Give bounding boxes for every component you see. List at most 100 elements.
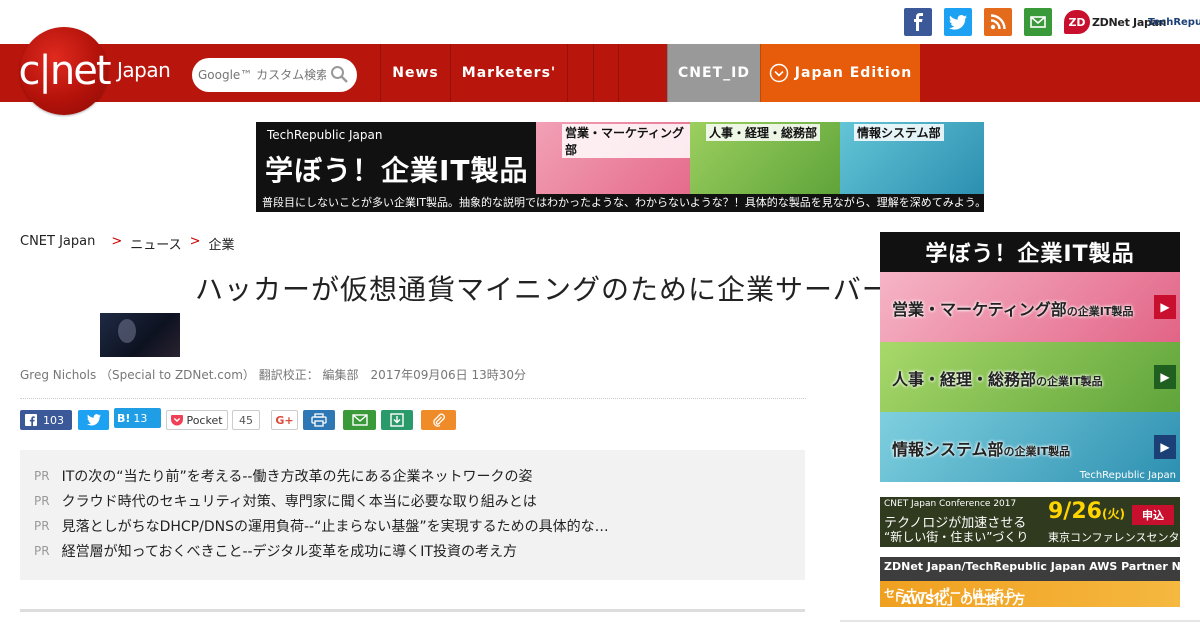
gplus-icon: G+ (275, 413, 294, 427)
search-input[interactable] (198, 68, 326, 82)
breadcrumb-separator: > (189, 234, 201, 249)
sidebar-ad-segment-label: 情報システム部の企業IT製品 (892, 440, 1071, 459)
article-byline: Greg Nichols （Special to ZDNet.com） 翻訳校正… (20, 368, 526, 382)
facebook-share-button[interactable]: 103 (20, 410, 72, 430)
clip-button[interactable] (421, 410, 456, 430)
nav-item-4[interactable] (593, 44, 618, 102)
chevron-right-icon: ▶ (1154, 435, 1176, 459)
sidebar-ad-footer: TechRepublic Japan (1079, 470, 1176, 481)
aws-ad-band: 「AWS化」の仕掛け方 セミナーレポートはこちら (880, 581, 1180, 607)
nav-cnet-id[interactable]: CNET_ID (667, 44, 760, 102)
pr-link-text: 見落としがちなDHCP/DNSの運用負荷--“止まらない基盤”を実現するための具… (61, 519, 609, 535)
pocket-count: 45 (232, 410, 260, 430)
conference-venue: 東京コンファレンスセンター (1048, 531, 1180, 544)
mail-share-icon (351, 414, 368, 426)
breadcrumb-enterprise[interactable]: 企業 (209, 234, 235, 253)
banner-title: 学ぼう！企業IT製品 (265, 154, 529, 187)
pr-tag: PR (34, 519, 50, 533)
mail-icon[interactable] (1024, 8, 1052, 36)
nav-marketers[interactable]: Marketers' (450, 44, 567, 102)
facebook-share-icon (25, 414, 37, 426)
pocket-button[interactable]: Pocket (166, 410, 228, 430)
save-button[interactable] (381, 410, 413, 430)
divider (20, 609, 805, 612)
conference-name: CNET Japan Conference 2017 (884, 499, 1017, 509)
article-thumbnail[interactable] (100, 313, 180, 357)
hatena-bookmark-button[interactable]: B! 13 (114, 408, 161, 428)
print-button[interactable] (303, 410, 335, 430)
banner-segment-sales: 営業・マーケティング部 (536, 122, 690, 194)
nav-japan-edition-label: Japan Edition (794, 65, 913, 81)
aws-ad-text: 「AWS化」の仕掛け方 セミナーレポートはこちら (884, 587, 1026, 607)
mail-share-button[interactable] (343, 410, 376, 430)
hatena-count: 13 (133, 411, 148, 425)
twitter-icon[interactable] (944, 8, 972, 36)
twitter-share-icon (86, 414, 101, 426)
pr-link-text: クラウド時代のセキュリティ対策、専門家に聞く本当に必要な取り組みとは (61, 494, 537, 510)
sidebar-ad-title: 学ぼう！企業IT製品 (925, 242, 1135, 267)
search-box[interactable] (192, 58, 357, 92)
banner-segment-hr: 人事・経理・総務部 (690, 122, 840, 194)
hatena-icon: B! (117, 411, 131, 425)
aws-ad-header: ZDNet Japan/TechRepublic Japan AWS Partn… (884, 560, 1180, 573)
banner-small-text: TechRepublic Japan (267, 128, 383, 142)
sidebar-ad-learn-it[interactable]: 学ぼう！企業IT製品 営業・マーケティング部の企業IT製品 ▶ 人事・経理・総務… (880, 232, 1180, 482)
pr-link[interactable]: PR ITの次の“当たり前”を考える--働き方改革の先にある企業ネットワークの姿 (34, 466, 532, 486)
conference-apply-button[interactable]: 申込 (1132, 505, 1174, 525)
nav-japan-edition[interactable]: Japan Edition (760, 44, 920, 102)
conference-date: 9/26(火) (1048, 499, 1125, 524)
chevron-right-icon: ▶ (1154, 295, 1176, 319)
pr-link[interactable]: PR 経営層が知っておくべきこと--デジタル変革を成功に導くIT投資の考え方 (34, 541, 517, 561)
sidebar-ad-segment-label: 営業・マーケティング部の企業IT製品 (892, 300, 1134, 319)
breadcrumb-news[interactable]: ニュース (130, 234, 181, 253)
breadcrumb: CNET Japan > ニュース > 企業 (20, 234, 235, 253)
rss-icon[interactable] (984, 8, 1012, 36)
chevron-down-circle-icon (769, 63, 789, 83)
pr-links-box: PR ITの次の“当たり前”を考える--働き方改革の先にある企業ネットワークの姿… (20, 450, 805, 580)
banner-segment-is-label: 情報システム部 (854, 124, 944, 141)
social-strip: ZD ZDNet Japan TechRepublic (0, 0, 1200, 44)
pr-link-text: 経営層が知っておくべきこと--デジタル変革を成功に導くIT投資の考え方 (61, 544, 517, 560)
article-headline: ハッカーが仮想通貨マイニングのために企業サーバーを狙う (195, 273, 978, 306)
breadcrumb-home[interactable]: CNET Japan (20, 234, 95, 253)
nav-item-3[interactable] (567, 44, 593, 102)
sidebar-ad-conference[interactable]: CNET Japan Conference 2017 テクノロジが加速させる “… (880, 497, 1180, 547)
pr-link-text: ITの次の“当たり前”を考える--働き方改革の先にある企業ネットワークの姿 (61, 469, 533, 485)
sidebar-ad-segment-hr[interactable]: 人事・経理・総務部の企業IT製品 ▶ (880, 342, 1180, 412)
nav-news[interactable]: News (380, 44, 450, 102)
divider (20, 398, 806, 399)
save-icon (390, 413, 404, 427)
pr-tag: PR (34, 494, 50, 508)
pr-tag: PR (34, 469, 50, 483)
divider (840, 620, 1200, 622)
logo-japan-label: Japan (117, 58, 171, 82)
top-banner-ad[interactable]: 営業・マーケティング部 人事・経理・総務部 情報システム部 TechRepubl… (256, 122, 984, 212)
print-icon (311, 413, 327, 427)
sidebar-ad-segment-sales[interactable]: 営業・マーケティング部の企業IT製品 ▶ (880, 272, 1180, 342)
breadcrumb-separator: > (111, 234, 123, 249)
banner-segment-sales-label: 営業・マーケティング部 (562, 124, 690, 158)
facebook-icon[interactable] (904, 8, 932, 36)
conference-line2: “新しい街・住まい”づくり (884, 530, 1029, 544)
banner-left-panel: TechRepublic Japan 学ぼう！企業IT製品 (256, 122, 536, 194)
banner-segment-is: 情報システム部 (840, 122, 984, 194)
pocket-label: Pocket (186, 413, 223, 427)
pr-tag: PR (34, 544, 50, 558)
banner-footer-text: 普段目にしないことが多い企業IT製品。抽象的な説明ではわかったような、わからない… (256, 194, 984, 212)
techrepublic-logo[interactable]: TechRepublic (1146, 10, 1200, 34)
sidebar-ad-aws[interactable]: ZDNet Japan/TechRepublic Japan AWS Partn… (880, 557, 1180, 607)
cnet-logo[interactable]: c|net (18, 27, 112, 115)
nav-item-5[interactable] (618, 44, 643, 102)
pocket-icon (171, 414, 184, 425)
cnet-logo-text: c|net (18, 48, 111, 94)
sidebar-ad-segment-label: 人事・経理・総務部の企業IT製品 (892, 370, 1103, 389)
clip-icon (432, 413, 445, 427)
gplus-share-button[interactable]: G+ (271, 410, 298, 430)
search-icon[interactable] (330, 65, 349, 88)
facebook-share-count: 103 (43, 413, 64, 427)
pr-link[interactable]: PR 見落としがちなDHCP/DNSの運用負荷--“止まらない基盤”を実現するた… (34, 516, 609, 536)
pr-link[interactable]: PR クラウド時代のセキュリティ対策、専門家に聞く本当に必要な取り組みとは (34, 491, 537, 511)
banner-segment-hr-label: 人事・経理・総務部 (706, 124, 821, 141)
twitter-share-button[interactable] (78, 410, 109, 430)
zdnet-mark: ZD (1064, 10, 1090, 34)
